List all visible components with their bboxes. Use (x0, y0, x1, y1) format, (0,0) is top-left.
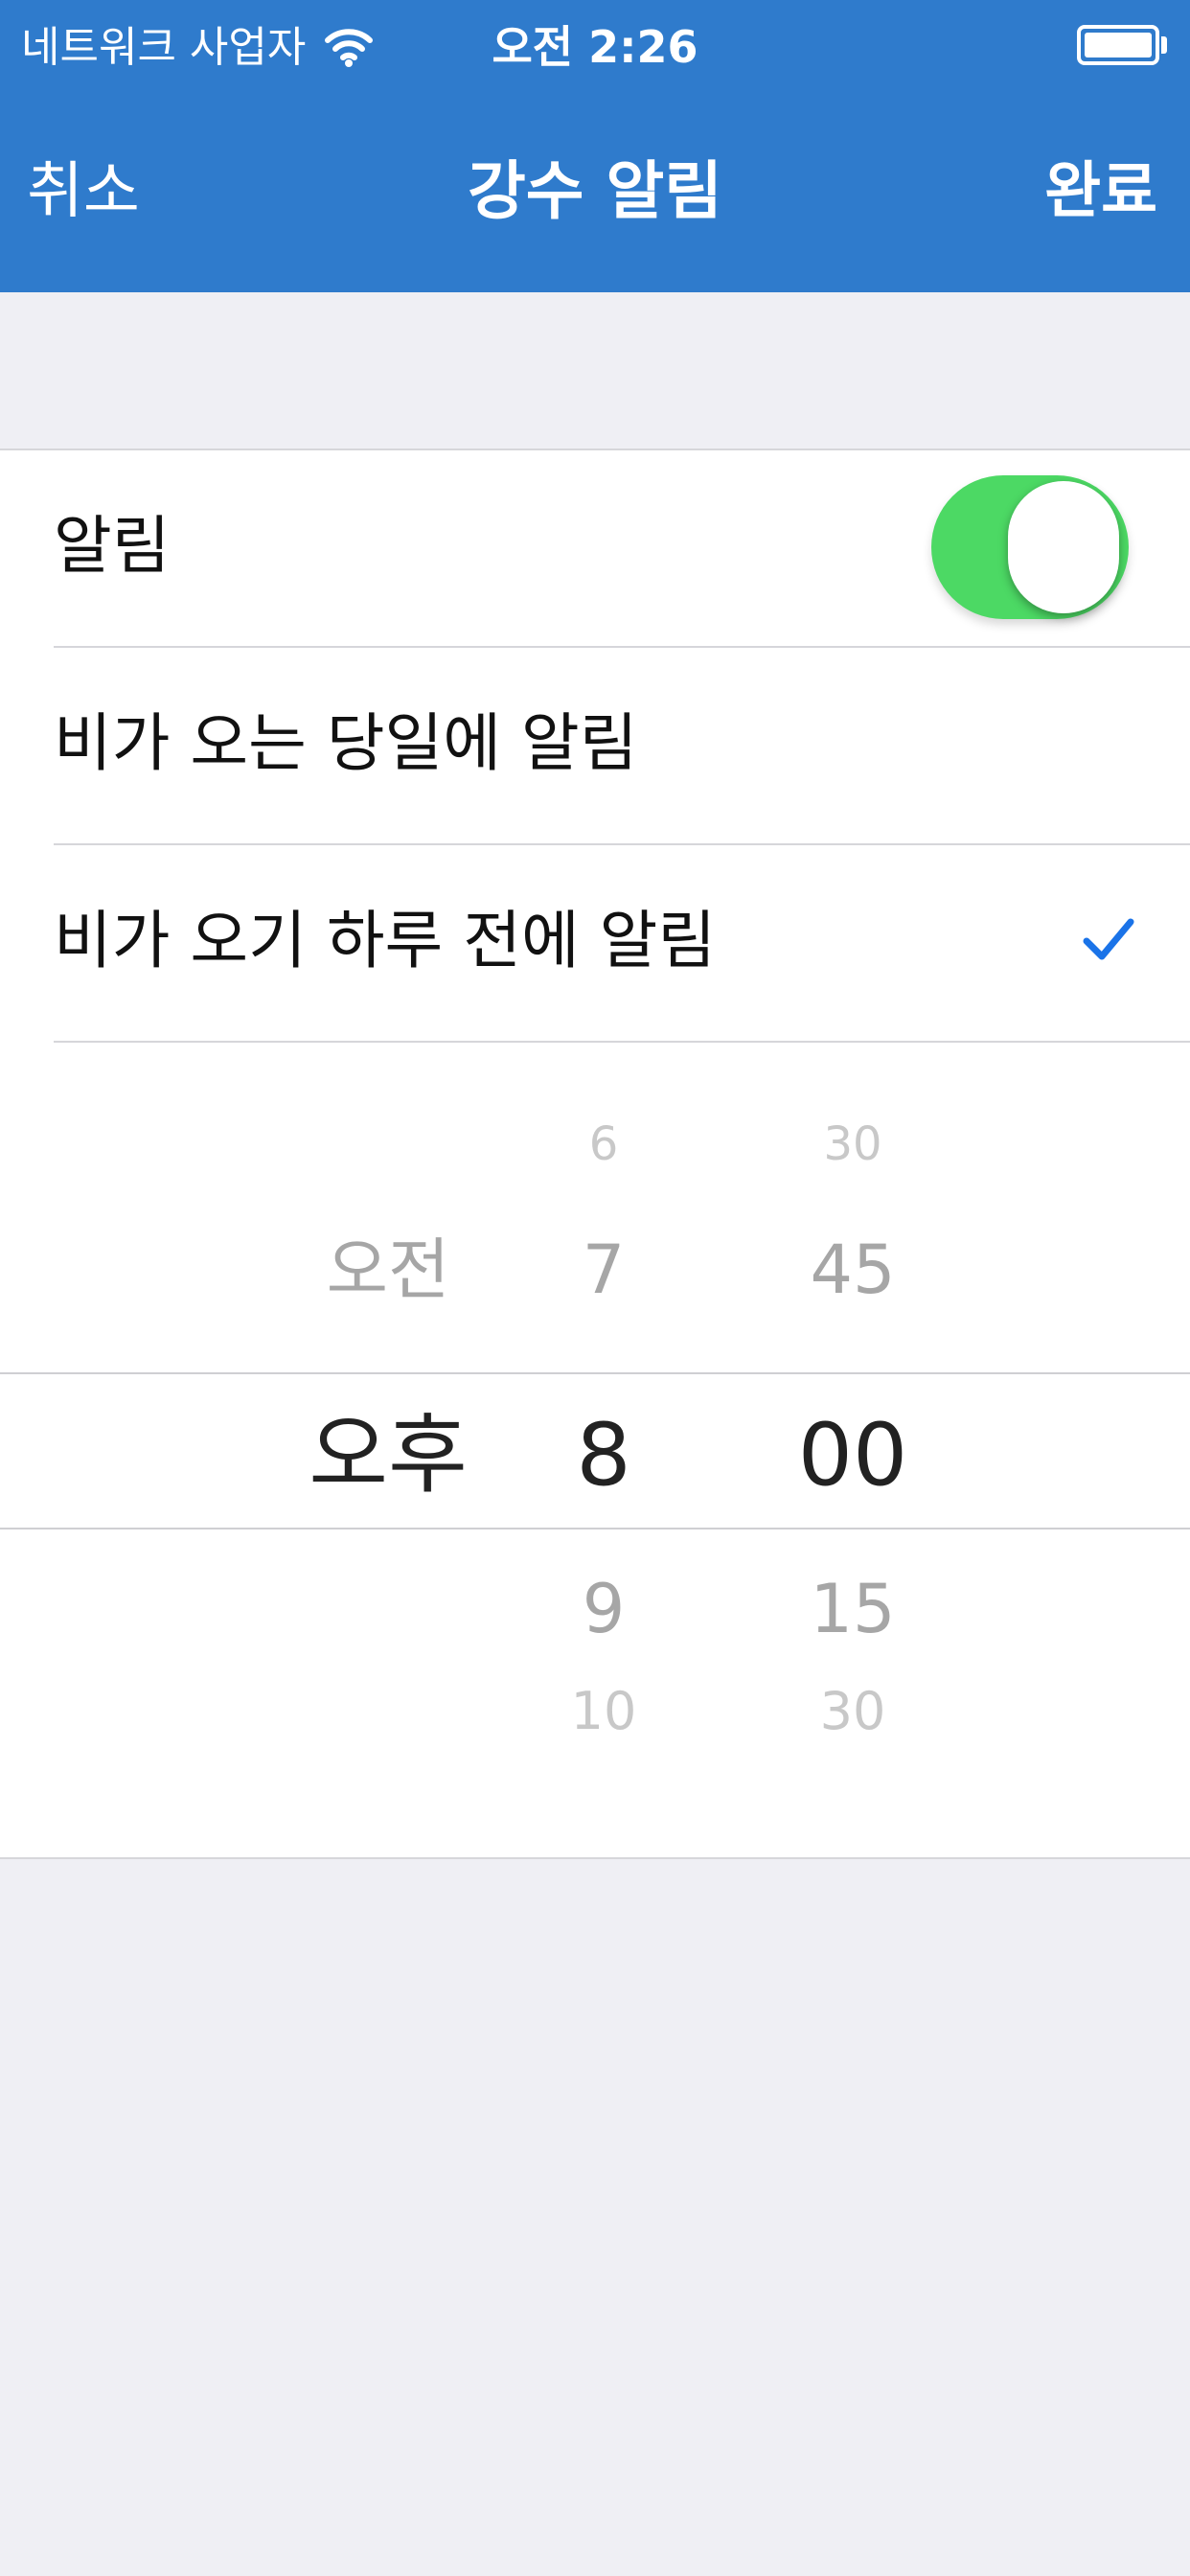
hour-option[interactable]: 6 (517, 1116, 690, 1173)
minute-option[interactable]: 45 (757, 1227, 949, 1313)
alarm-label: 알림 (54, 509, 171, 583)
status-bar: 네트워크 사업자 오전 2:26 (0, 0, 1190, 96)
minute-option[interactable]: 30 (757, 1116, 949, 1173)
page-title: 강수 알림 (468, 154, 722, 228)
status-time: 오전 2:26 (492, 21, 698, 73)
hour-option[interactable]: 9 (517, 1566, 690, 1652)
alarm-toggle-row: 알림 (54, 450, 1190, 648)
hour-option-selected[interactable]: 8 (517, 1403, 690, 1508)
option-day-before-row[interactable]: 비가 오기 하루 전에 알림 (54, 845, 1190, 1043)
minute-option[interactable]: 30 (757, 1681, 949, 1742)
ampm-option-am[interactable]: 오전 (240, 1227, 537, 1313)
toggle-knob (1008, 481, 1119, 613)
done-button[interactable]: 완료 (1044, 153, 1157, 230)
alarm-toggle[interactable] (931, 475, 1129, 619)
battery-icon (1077, 25, 1159, 65)
hour-option[interactable]: 7 (517, 1227, 690, 1313)
checkmark-icon (1083, 918, 1134, 960)
option-same-day-row[interactable]: 비가 오는 당일에 알림 (54, 648, 1190, 845)
ampm-option-pm-selected[interactable]: 오후 (240, 1403, 537, 1508)
battery-level (1085, 33, 1152, 58)
time-picker[interactable]: 오전 오후 6 7 8 9 10 30 45 00 15 30 (0, 1075, 1190, 1804)
battery-tip (1161, 36, 1167, 54)
minute-option-selected[interactable]: 00 (757, 1403, 949, 1508)
settings-group: 알림 비가 오는 당일에 알림 비가 오기 하루 전에 알림 오전 오후 6 7… (0, 448, 1190, 1859)
hour-option[interactable]: 10 (517, 1681, 690, 1742)
option-same-day-label: 비가 오는 당일에 알림 (54, 706, 638, 780)
option-day-before-label: 비가 오기 하루 전에 알림 (54, 904, 717, 978)
navigation-header: 네트워크 사업자 오전 2:26 취소 강수 알림 완료 (0, 0, 1190, 292)
minute-option[interactable]: 15 (757, 1566, 949, 1652)
